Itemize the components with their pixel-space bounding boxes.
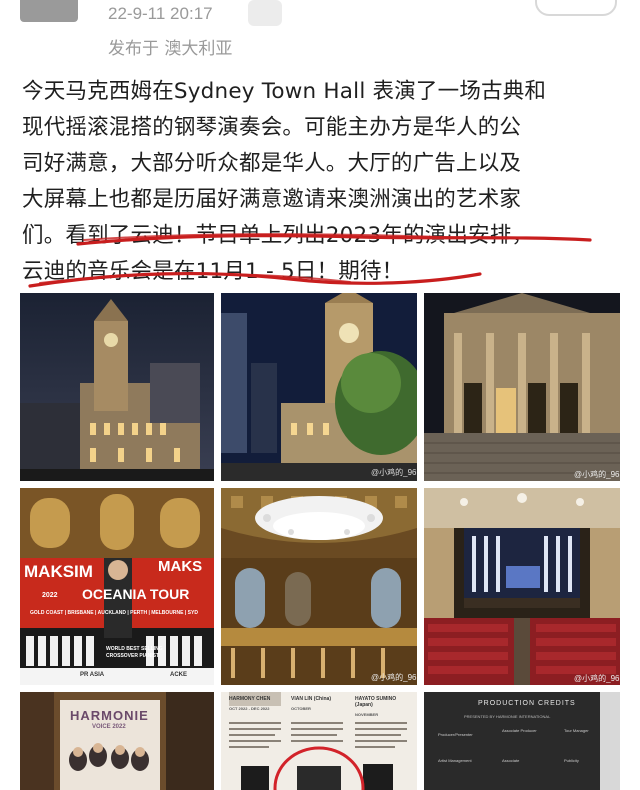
poster-sponsor-right: ACKE xyxy=(170,672,188,678)
program-col2: VIAN LIN (China) xyxy=(291,696,331,702)
watermark-text: @小鸡的_96 xyxy=(371,672,417,682)
photo-program-page[interactable]: HARMONY CHEN OCT 2022 - DEC 2022 VIAN LI… xyxy=(221,692,417,790)
photo-grid: @小鸡的_96 @小鸡的_96 MAKSIM MAKS OCEANIA TOUR… xyxy=(20,293,620,790)
credits-presented: PRESENTED BY HARMONIE INTERNATIONAL xyxy=(464,714,551,719)
credits-row: Publicity xyxy=(564,758,579,763)
poster-name-right: MAKS xyxy=(158,558,203,575)
post-line: 现代摇滚混搭的钢琴演奏会。可能主办方是华人的公 xyxy=(22,115,522,140)
post-timestamp: 22-9-11 20:17 xyxy=(108,4,213,23)
poster-year: 2022 xyxy=(42,592,58,599)
post-line: 云迪的音乐会是在11月1 - 5日！期待！ xyxy=(22,259,404,284)
harmonie-title: HARMONIE xyxy=(70,708,149,723)
harmonie-subtitle: VOICE 2022 xyxy=(92,724,126,730)
photo-harmonie-poster[interactable]: HARMONIE VOICE 2022 xyxy=(20,692,214,790)
program-date2: OCTOBER xyxy=(291,706,311,711)
program-date3: NOVEMBER xyxy=(355,712,379,717)
photo-clock-tower[interactable]: @小鸡的_96 xyxy=(221,293,417,481)
program-col3: HAYATO SUMINO (Japan) xyxy=(355,696,397,708)
poster-sponsor-left: PR ASIA xyxy=(80,672,105,678)
post-line: 们。看到了云迪！节目单上列出2023年的演出安排， xyxy=(22,223,534,248)
post-body: 今天马克西姆在Sydney Town Hall 表演了一场古典和 现代摇滚混搭的… xyxy=(22,74,622,290)
follow-button[interactable] xyxy=(535,0,617,16)
post-header: 22-9-11 20:17 发布于 澳大利亚 xyxy=(0,0,640,70)
photo-facade-steps[interactable]: @小鸡的_96 xyxy=(424,293,620,481)
photo-maksim-poster[interactable]: MAKSIM MAKS OCEANIA TOUR 2022 GOLD COAST… xyxy=(20,488,214,685)
photo-production-credits[interactable]: PRODUCTION CREDITS PRESENTED BY HARMONIE… xyxy=(424,692,620,790)
program-date1: OCT 2022 - DEC 2022 xyxy=(229,706,270,711)
credits-row: Producer/Presenter xyxy=(438,732,473,737)
credits-row: Tour Manager xyxy=(564,728,589,733)
avatar[interactable] xyxy=(20,0,78,22)
watermark-text: @小鸡的_96 xyxy=(574,673,620,683)
credits-row: Artist Management xyxy=(438,758,472,763)
post-location: 发布于 澳大利亚 xyxy=(108,39,233,59)
poster-tour-title: OCEANIA TOUR xyxy=(82,586,190,602)
poster-cities: GOLD COAST | BRISBANE | AUCKLAND | PERTH… xyxy=(30,610,198,616)
credits-row: Associate Producer xyxy=(502,728,537,733)
post-line: 今天马克西姆在Sydney Town Hall 表演了一场古典和 xyxy=(22,79,547,104)
post-line: 大屏幕上也都是历届好满意邀请来澳洲演出的艺术家 xyxy=(22,187,522,212)
watermark-text: @小鸡的_96 xyxy=(574,469,620,479)
page-edge xyxy=(600,692,620,790)
program-col1: HARMONY CHEN xyxy=(229,696,271,702)
credits-title: PRODUCTION CREDITS xyxy=(478,700,576,707)
poster-name-left: MAKSIM xyxy=(24,562,93,581)
photo-stage[interactable]: @小鸡的_96 xyxy=(424,488,620,685)
credits-row: Associate xyxy=(502,758,520,763)
photo-townhall-night[interactable] xyxy=(20,293,214,481)
watermark-text: @小鸡的_96 xyxy=(371,467,417,477)
poster-tagline: WORLD BEST SELLING CROSSOVER PIANIST xyxy=(106,646,163,659)
photo-chandelier-hall[interactable]: @小鸡的_96 xyxy=(221,488,417,685)
post-line: 司好满意，大部分听众都是华人。大厅的广告上以及 xyxy=(22,151,522,176)
blurred-region xyxy=(248,0,282,26)
